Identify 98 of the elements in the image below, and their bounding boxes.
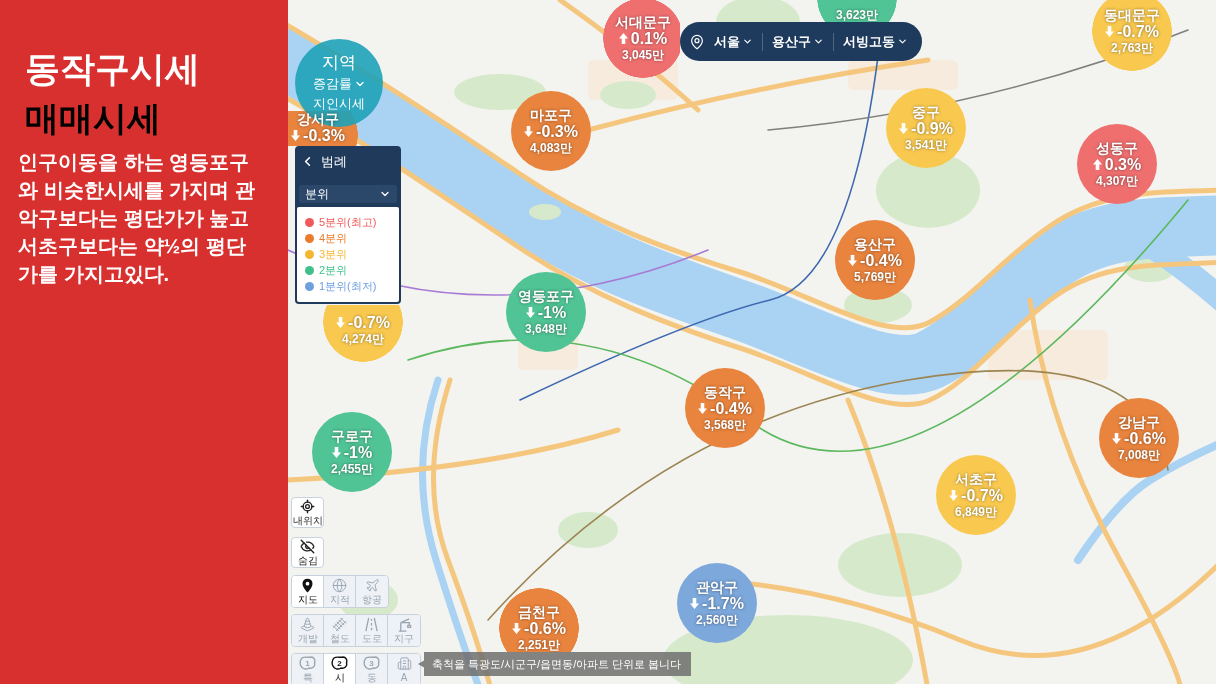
average-price: 2,560만: [696, 612, 738, 627]
price-change: 0.1%: [630, 29, 668, 48]
location-dropdown[interactable]: 서빙고동: [843, 31, 908, 52]
scale-tab[interactable]: A: [388, 654, 420, 684]
scale-tab[interactable]: 1 특: [292, 654, 324, 684]
district-name: 영등포구: [518, 288, 574, 304]
region-label: 지역: [322, 52, 356, 74]
price-change: -0.3%: [303, 126, 345, 145]
map-layer-toggle[interactable]: 철도: [324, 615, 356, 646]
target-icon: [300, 499, 315, 514]
average-price: 6,849만: [955, 504, 997, 519]
district-name: 구로구: [331, 428, 373, 444]
average-price: 4,274만: [342, 331, 384, 346]
average-price: 2,455만: [331, 461, 373, 476]
plane-icon: [364, 578, 380, 593]
price-change: -1%: [343, 443, 373, 462]
map-layer-toggle[interactable]: 지구: [388, 615, 420, 646]
legend-label: 3분위: [319, 248, 348, 260]
traffic-cone-icon: [300, 617, 315, 632]
average-price: 5,769만: [854, 269, 896, 284]
price-change: -0.7%: [348, 313, 390, 332]
district-name: 동작구: [704, 384, 746, 400]
legend-label: 2분위: [319, 264, 348, 276]
district-name: 동대문구: [1104, 7, 1160, 23]
scale-level-number: 2: [337, 659, 342, 668]
average-price: 3,648만: [525, 321, 567, 336]
price-change: -0.9%: [911, 119, 953, 138]
district-name: 용산구: [854, 236, 896, 252]
district-name: 중구: [912, 104, 940, 120]
crane-icon: [396, 617, 412, 632]
scale-level-number: 1: [305, 659, 310, 668]
railway-icon: [332, 617, 347, 632]
price-change: -0.4%: [860, 251, 902, 270]
scale-tab[interactable]: 3 동: [356, 654, 388, 684]
legend-label: 5분위(최고): [319, 216, 377, 228]
district-name: 성동구: [1096, 140, 1138, 156]
my-location-button[interactable]: 내위치: [291, 497, 324, 528]
hide-button[interactable]: 숨김: [291, 537, 324, 568]
scale-tab[interactable]: 2 시: [324, 654, 356, 684]
map-type-tab[interactable]: 항공: [356, 576, 388, 607]
map-layer-toggle[interactable]: 도로: [356, 615, 388, 646]
average-price: 4,307만: [1096, 173, 1138, 188]
district-bubble[interactable]: 동대문구 -0.7% 2,763만: [1092, 0, 1172, 71]
district-bubble[interactable]: 금천구 -0.6% 2,251만: [499, 588, 579, 652]
average-price: 3,045만: [622, 47, 664, 62]
price-change: -0.7%: [961, 486, 1003, 505]
legend-label: 1분위(최저): [319, 280, 377, 292]
legend-title: 범례: [321, 152, 347, 171]
district-name: 강남구: [1118, 414, 1160, 430]
district-bubble[interactable]: 3,623만: [817, 0, 897, 22]
map-type-tab[interactable]: 지도: [292, 576, 324, 607]
region-outline-icon: [363, 656, 380, 671]
average-price: 3,541만: [905, 137, 947, 152]
location-dropdown[interactable]: 용산구: [772, 31, 824, 52]
district-bubble[interactable]: 서대문구 0.1% 3,045만: [603, 0, 680, 78]
page-subtitle: 매매시세: [25, 98, 162, 138]
district-bubble[interactable]: -0.7% 4,274만: [323, 305, 403, 362]
region-outline-icon: [331, 656, 348, 671]
map-pin-icon: [300, 578, 315, 593]
region-outline-icon: [299, 656, 316, 671]
chevron-down-icon: [742, 36, 753, 47]
location-dropdown[interactable]: 서울: [714, 31, 753, 52]
price-change: 0.3%: [1104, 155, 1142, 174]
district-name: 금천구: [518, 604, 560, 620]
price-change: -1%: [537, 303, 567, 322]
scale-level-number: 3: [369, 659, 374, 668]
district-name: 서초구: [955, 471, 997, 487]
legend-label: 4분위: [319, 232, 348, 244]
description: 인구이동을 하는 영등포구와 비슷한시세를 가지며 관악구보다는 평단가가 높고 서초구보다는 약½의 평단가를 가지고있다.: [18, 150, 256, 287]
average-price: 2,251만: [518, 637, 560, 652]
source-label: 지인시세: [313, 95, 365, 113]
price-change: -0.6%: [1124, 429, 1166, 448]
average-price: 3,568만: [704, 417, 746, 432]
page-title: 동작구시세: [25, 48, 201, 90]
chevron-down-icon: [813, 36, 824, 47]
map-type-tab[interactable]: 지적: [324, 576, 356, 607]
average-price: 7,008만: [1118, 447, 1160, 462]
map-layer-toggle[interactable]: 개발: [292, 615, 324, 646]
globe-icon: [332, 578, 347, 593]
average-price: 2,763만: [1111, 40, 1153, 55]
scale-hint-tooltip: 축척을 특광도/시군구/읍면동/아파트 단위로 봅니다: [418, 652, 692, 676]
price-change: -0.6%: [524, 619, 566, 638]
grouping-dropdown[interactable]: 분위: [299, 185, 397, 203]
eye-off-icon: [300, 539, 315, 554]
district-name: 서대문구: [615, 14, 671, 30]
price-change: -0.7%: [1117, 22, 1159, 41]
metric-dropdown[interactable]: 증감률: [312, 74, 366, 94]
location-pin-icon: [689, 33, 705, 50]
average-price: 3,623만: [836, 7, 878, 22]
chevron-down-icon: [897, 36, 908, 47]
road-icon: [364, 617, 379, 632]
price-change: -1.7%: [702, 594, 744, 613]
average-price: 4,083만: [530, 140, 572, 155]
price-change: -0.3%: [536, 122, 578, 141]
district-name: 마포구: [530, 107, 572, 123]
district-name: 관악구: [696, 579, 738, 595]
price-change: -0.4%: [710, 399, 752, 418]
building-icon: [396, 656, 412, 671]
